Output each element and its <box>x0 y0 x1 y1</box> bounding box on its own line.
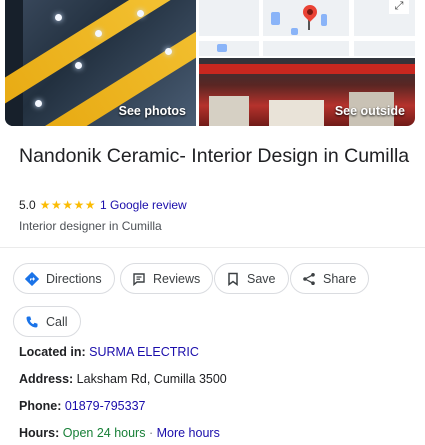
phone-row: Phone: 01879-795337 <box>19 399 145 413</box>
hours-label: Hours: <box>19 426 60 440</box>
divider <box>0 247 425 248</box>
phone-link[interactable]: 01879-795337 <box>65 399 146 413</box>
rating-value: 5.0 <box>19 198 36 212</box>
ceiling-light <box>95 30 102 37</box>
save-label: Save <box>247 271 276 286</box>
shopfront-shape <box>209 96 249 126</box>
reviews-label: Reviews <box>153 271 201 286</box>
share-button[interactable]: Share <box>290 263 370 294</box>
located-in-link[interactable]: SURMA ELECTRIC <box>89 345 199 359</box>
map-block <box>217 44 227 52</box>
map-road <box>349 0 354 56</box>
map-block <box>321 14 327 26</box>
review-count-link[interactable]: 1 Google review <box>100 198 187 212</box>
business-category: Interior designer in Cumilla <box>19 219 162 233</box>
ceiling-light <box>35 100 42 107</box>
map-road <box>259 0 263 56</box>
reviews-icon <box>131 271 147 287</box>
address-row: Address: Laksham Rd, Cumilla 3500 <box>19 372 227 386</box>
save-button[interactable]: Save <box>214 263 289 294</box>
address-label: Address: <box>19 372 74 386</box>
hours-status: Open 24 hours <box>62 426 146 440</box>
directions-label: Directions <box>46 271 102 286</box>
phone-icon <box>24 314 40 330</box>
address-value: Laksham Rd, Cumilla 3500 <box>76 372 227 386</box>
hero-media: See photos ⤢ See outside <box>5 0 415 126</box>
see-photos-label[interactable]: See photos <box>119 104 186 118</box>
map-pin-icon <box>300 2 320 22</box>
see-photos-tile[interactable]: See photos <box>5 0 196 126</box>
share-icon <box>301 271 317 287</box>
ceiling-light <box>165 48 172 55</box>
directions-button[interactable]: Directions <box>13 263 115 294</box>
bookmark-icon <box>225 271 241 287</box>
call-button[interactable]: Call <box>13 306 81 337</box>
directions-icon <box>24 271 40 287</box>
hours-separator: · <box>148 426 154 440</box>
map-block <box>271 12 280 25</box>
located-in-row: Located in: SURMA ELECTRIC <box>19 345 199 359</box>
ceiling-light <box>137 10 144 17</box>
see-outside-tile[interactable]: See outside <box>199 58 415 126</box>
hours-row: Hours: Open 24 hours · More hours <box>19 426 220 440</box>
located-in-label: Located in: <box>19 345 86 359</box>
ceiling-light <box>55 14 62 21</box>
photo-column-shape <box>5 0 23 126</box>
more-hours-link[interactable]: More hours <box>157 426 220 440</box>
map-block <box>291 28 298 35</box>
map-thumbnail[interactable]: ⤢ <box>199 0 415 56</box>
call-label: Call <box>46 314 68 329</box>
reviews-button[interactable]: Reviews <box>120 263 214 294</box>
expand-map-icon[interactable]: ⤢ <box>389 0 409 14</box>
shopfront-shape <box>269 100 324 126</box>
map-road <box>199 36 415 41</box>
business-title: Nandonik Ceramic- Interior Design in Cum… <box>19 145 410 167</box>
share-label: Share <box>323 271 357 286</box>
see-outside-label[interactable]: See outside <box>335 104 405 118</box>
rating-row: 5.0 ★★★★★ 1 Google review <box>19 197 187 213</box>
phone-label: Phone: <box>19 399 62 413</box>
awning-shape <box>199 64 415 74</box>
star-rating-icon: ★★★★★ <box>39 198 96 212</box>
ceiling-light <box>75 62 82 69</box>
